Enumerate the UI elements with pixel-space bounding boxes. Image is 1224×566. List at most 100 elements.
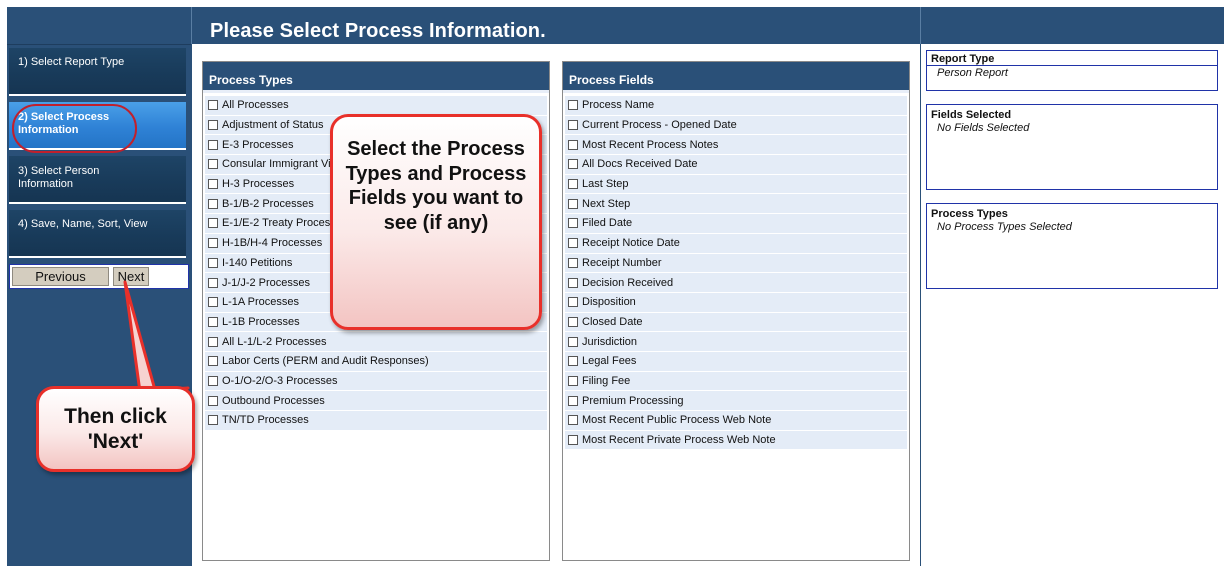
process-fields-title: Process Fields xyxy=(563,62,909,93)
step-label: 1) Select Report Type xyxy=(18,56,125,68)
fields-selected-value: No Fields Selected xyxy=(937,122,1030,134)
checkbox[interactable] xyxy=(208,100,218,111)
list-item-label: Filed Date xyxy=(582,217,633,230)
process-types-title: Process Types xyxy=(203,62,549,93)
list-item-label: Disposition xyxy=(582,296,636,309)
checkbox[interactable] xyxy=(568,415,578,426)
list-item-label: Last Step xyxy=(582,178,629,191)
process-types-summary-box: Process Types No Process Types Selected xyxy=(926,203,1218,289)
list-item[interactable]: All Processes xyxy=(205,96,547,116)
checkbox[interactable] xyxy=(568,139,578,150)
list-item[interactable]: Filed Date xyxy=(565,214,907,234)
list-item-label: Receipt Number xyxy=(582,256,662,269)
select-callout: Select the Process Types and Process Fie… xyxy=(330,114,542,330)
active-step-highlight xyxy=(12,104,137,153)
list-item[interactable]: Current Process - Opened Date xyxy=(565,115,907,136)
list-item[interactable]: Premium Processing xyxy=(565,391,907,411)
checkbox[interactable] xyxy=(568,375,578,386)
click-next-callout: Then click 'Next' xyxy=(36,386,195,472)
list-item-label: Closed Date xyxy=(582,315,643,328)
checkbox[interactable] xyxy=(568,257,578,268)
list-item[interactable]: Receipt Notice Date xyxy=(565,233,907,254)
report-type-value: Person Report xyxy=(937,67,1008,79)
summary-header xyxy=(920,7,1224,44)
step-label: 4) Save, Name, Sort, View xyxy=(18,218,148,230)
list-item-label: Process Name xyxy=(582,99,655,112)
process-fields-list: Process Name Current Process - Opened Dat… xyxy=(565,96,907,451)
list-item-label: Filing Fee xyxy=(582,374,631,387)
list-item[interactable]: Jurisdiction xyxy=(565,332,907,352)
list-item[interactable]: Decision Received xyxy=(565,273,907,293)
list-item-label: Legal Fees xyxy=(582,355,637,368)
list-item-label: Jurisdiction xyxy=(582,335,638,348)
select-callout-text: Select the Process Types and Process Fie… xyxy=(345,138,527,234)
checkbox[interactable] xyxy=(568,395,578,406)
checkbox[interactable] xyxy=(568,198,578,209)
step-select-report-type[interactable]: 1) Select Report Type xyxy=(9,48,186,96)
list-item-label: H-1B/H-4 Processes xyxy=(222,237,323,250)
checkbox[interactable] xyxy=(208,120,218,131)
list-item[interactable]: Last Step xyxy=(565,174,907,195)
checkbox[interactable] xyxy=(568,159,578,170)
process-fields-panel: Process Fields Process Name Current Proce… xyxy=(562,61,910,561)
list-item[interactable]: Closed Date xyxy=(565,312,907,333)
checkbox[interactable] xyxy=(568,356,578,367)
checkbox[interactable] xyxy=(568,218,578,229)
checkbox[interactable] xyxy=(568,120,578,131)
list-item-label: Adjustment of Status xyxy=(222,119,324,132)
checkbox[interactable] xyxy=(568,435,578,446)
sidebar-header xyxy=(7,7,191,45)
page-title: Please Select Process Information. xyxy=(210,20,546,42)
checkbox[interactable] xyxy=(208,179,218,190)
checkbox[interactable] xyxy=(568,277,578,288)
list-item-label: Next Step xyxy=(582,197,631,210)
list-item[interactable]: Next Step xyxy=(565,194,907,215)
list-item[interactable]: Receipt Number xyxy=(565,253,907,274)
step-label: 3) Select Person Information xyxy=(18,165,100,190)
list-item-label: Most Recent Public Process Web Note xyxy=(582,414,772,427)
checkbox[interactable] xyxy=(568,238,578,249)
report-type-box: Report Type Person Report xyxy=(926,50,1218,91)
list-item-label: E-1/E-2 Treaty Processes xyxy=(222,217,348,230)
list-item[interactable]: Most Recent Private Process Web Note xyxy=(565,430,907,451)
checkbox[interactable] xyxy=(568,100,578,111)
list-item[interactable]: All Docs Received Date xyxy=(565,155,907,175)
checkbox[interactable] xyxy=(208,257,218,268)
list-item-label: All Processes xyxy=(222,99,289,112)
checkbox[interactable] xyxy=(568,316,578,327)
page-header: Please Select Process Information. xyxy=(191,7,920,44)
list-item-label: Current Process - Opened Date xyxy=(582,119,737,132)
process-types-summary-title: Process Types xyxy=(931,208,1008,220)
checkbox[interactable] xyxy=(208,218,218,229)
fields-selected-title: Fields Selected xyxy=(931,109,1012,121)
list-item[interactable]: Process Name xyxy=(565,96,907,116)
checkbox[interactable] xyxy=(208,159,218,170)
list-item-label: Decision Received xyxy=(582,276,674,289)
step-save-name-sort-view[interactable]: 4) Save, Name, Sort, View xyxy=(9,210,186,258)
list-item[interactable]: Most Recent Public Process Web Note xyxy=(565,411,907,431)
list-item-label: Consular Immigrant Visa xyxy=(222,158,343,171)
checkbox[interactable] xyxy=(568,297,578,308)
list-item[interactable]: Legal Fees xyxy=(565,351,907,372)
checkbox[interactable] xyxy=(568,179,578,190)
list-item-label: E-3 Processes xyxy=(222,138,294,151)
list-item-label: Receipt Notice Date xyxy=(582,237,680,250)
checkbox[interactable] xyxy=(208,139,218,150)
list-item[interactable]: Most Recent Process Notes xyxy=(565,135,907,156)
report-type-title: Report Type xyxy=(927,51,1217,66)
checkbox[interactable] xyxy=(568,336,578,347)
checkbox[interactable] xyxy=(208,238,218,249)
list-item[interactable]: Disposition xyxy=(565,292,907,313)
list-item-label: Most Recent Process Notes xyxy=(582,138,719,151)
step-select-person-information[interactable]: 3) Select Person Information xyxy=(9,156,186,204)
list-item-label: Most Recent Private Process Web Note xyxy=(582,434,776,447)
previous-button[interactable]: Previous xyxy=(12,267,109,286)
checkbox[interactable] xyxy=(208,198,218,209)
list-item-label: Premium Processing xyxy=(582,394,684,407)
list-item-label: All Docs Received Date xyxy=(582,158,698,171)
fields-selected-box: Fields Selected No Fields Selected xyxy=(926,104,1218,190)
list-item-label: B-1/B-2 Processes xyxy=(222,197,314,210)
list-item-label: H-3 Processes xyxy=(222,178,295,191)
click-next-callout-text: Then click 'Next' xyxy=(64,405,167,453)
list-item[interactable]: Filing Fee xyxy=(565,371,907,392)
